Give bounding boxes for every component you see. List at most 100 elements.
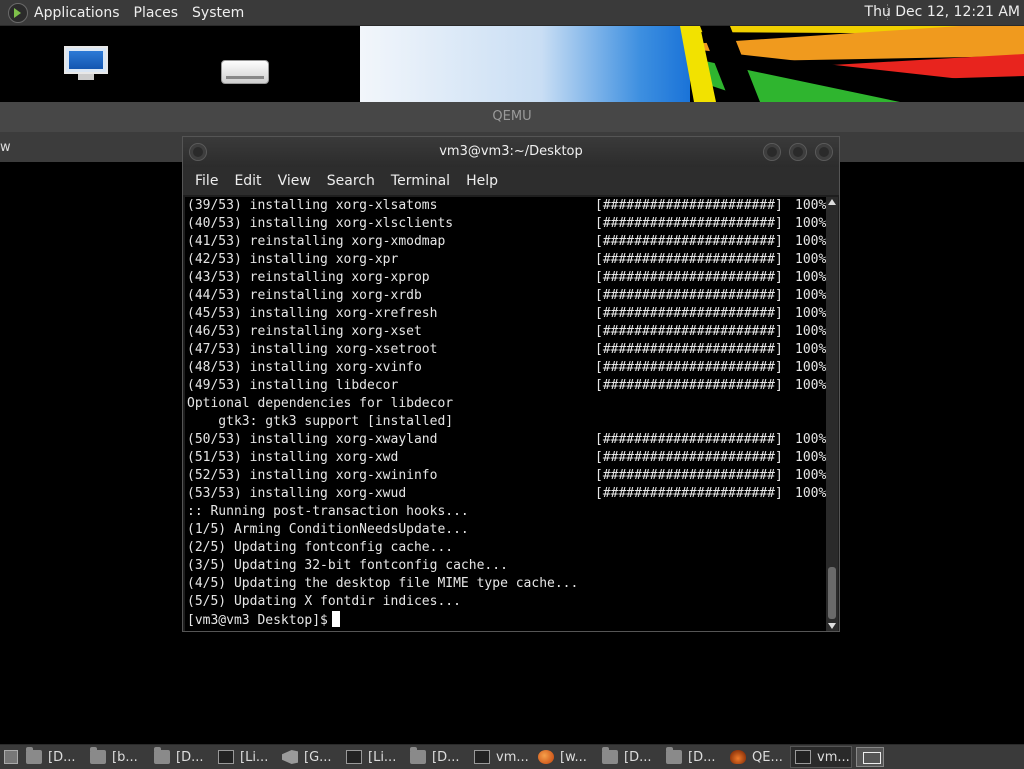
taskbar-item[interactable]: [D... [662, 746, 724, 768]
line-text: (46/53) reinstalling xorg-xset [187, 324, 422, 339]
progress-bar-text: [######################] [595, 468, 783, 483]
close-icon[interactable] [815, 143, 833, 161]
progress-bar-text: [######################] [595, 306, 783, 321]
line-text: (51/53) installing xorg-xwd [187, 450, 399, 465]
taskbar-item[interactable]: [Li... [342, 746, 404, 768]
terminal-icon [346, 750, 362, 764]
taskbar-item[interactable]: vm... [790, 746, 852, 768]
progress-bar-text: [######################] [595, 360, 783, 375]
line-text: (43/53) reinstalling xorg-xprop [187, 270, 430, 285]
menu-search[interactable]: Search [327, 173, 375, 189]
menu-file[interactable]: File [195, 173, 218, 189]
line-text: (2/5) Updating fontconfig cache... [187, 540, 454, 555]
minimize-icon[interactable] [763, 143, 781, 161]
taskbar-item[interactable]: [Li... [214, 746, 276, 768]
terminal-line: (44/53) reinstalling xorg-xrdb [#########… [185, 287, 826, 305]
progress-percent: 100% [795, 378, 826, 393]
terminal-line: (49/53) installing libdecor [############… [185, 377, 826, 395]
taskbar-item[interactable]: QE... [726, 746, 788, 768]
taskbar-item[interactable]: [D... [22, 746, 84, 768]
computer-icon[interactable] [62, 46, 110, 80]
taskbar-item[interactable]: [D... [150, 746, 212, 768]
line-text: (44/53) reinstalling xorg-xrdb [187, 288, 422, 303]
taskbar-item-label: [w... [560, 749, 587, 765]
top-panel: Applications Places System Thu Dec 12, 1… [0, 0, 1024, 26]
show-desktop-icon[interactable] [4, 750, 18, 764]
progress-percent: 100% [795, 324, 826, 339]
maximize-icon[interactable] [789, 143, 807, 161]
scroll-thumb[interactable] [828, 567, 836, 619]
qemu-menu-view[interactable]: w [0, 140, 11, 155]
terminal-line: (46/53) reinstalling xorg-xset [#########… [185, 323, 826, 341]
progress-percent: 100% [795, 234, 826, 249]
terminal-line: (48/53) installing xorg-xvinfo [#########… [185, 359, 826, 377]
menu-terminal[interactable]: Terminal [391, 173, 450, 189]
terminal-window[interactable]: vm3@vm3:~/Desktop File Edit View Search … [182, 136, 840, 632]
progress-percent: 100% [795, 288, 826, 303]
menu-applications[interactable]: Applications [34, 5, 120, 21]
terminal-line: (39/53) installing xorg-xlsatoms [#######… [185, 197, 826, 215]
terminal-scrollbar[interactable] [826, 197, 838, 631]
window-menu-icon[interactable] [189, 143, 207, 161]
text-cursor [331, 611, 340, 627]
progress-bar-text: [######################] [595, 378, 783, 393]
progress-bar-text: [######################] [595, 234, 783, 249]
distro-logo-icon[interactable] [8, 2, 28, 23]
qemu-window-title: QEMU [0, 102, 1024, 132]
terminal-line: Optional dependencies for libdecor [185, 395, 826, 413]
progress-bar-text: [######################] [595, 198, 783, 213]
scroll-up-icon[interactable] [828, 199, 836, 205]
terminal-title: vm3@vm3:~/Desktop [439, 144, 583, 159]
folder-icon [410, 747, 426, 764]
terminal-line: (47/53) installing xorg-xsetroot [#######… [185, 341, 826, 359]
taskbar-item[interactable]: [D... [406, 746, 468, 768]
progress-bar-text: [######################] [595, 270, 783, 285]
progress-bar-text: [######################] [595, 216, 783, 231]
progress-percent: 100% [795, 360, 826, 375]
progress-bar-text: [######################] [595, 324, 783, 339]
terminal-titlebar[interactable]: vm3@vm3:~/Desktop [183, 137, 839, 167]
line-text: (3/5) Updating 32-bit fontconfig cache..… [187, 558, 508, 573]
menu-places[interactable]: Places [134, 5, 179, 21]
progress-percent: 100% [795, 432, 826, 447]
drive-icon[interactable] [221, 60, 269, 84]
progress-bar-text: [######################] [595, 450, 783, 465]
menu-view[interactable]: View [278, 173, 311, 189]
menu-edit[interactable]: Edit [234, 173, 261, 189]
progress-bar-text: [######################] [595, 252, 783, 267]
terminal-line: (45/53) installing xorg-xrefresh [#######… [185, 305, 826, 323]
terminal-line: gtk3: gtk3 support [installed] [185, 413, 826, 431]
taskbar-item-label: [D... [624, 749, 652, 765]
progress-bar-text: [######################] [595, 342, 783, 357]
workspace-switcher-icon[interactable] [856, 747, 884, 767]
folder-icon [666, 747, 682, 764]
taskbar-item-label: [D... [432, 749, 460, 765]
prompt-line[interactable]: [vm3@vm3 Desktop]$ [185, 611, 826, 629]
line-text: gtk3: gtk3 support [installed] [187, 414, 454, 429]
scroll-down-icon[interactable] [828, 623, 836, 629]
terminal-line: (51/53) installing xorg-xwd [############… [185, 449, 826, 467]
menu-help[interactable]: Help [466, 173, 498, 189]
taskbar-item[interactable]: [b... [86, 746, 148, 768]
progress-percent: 100% [795, 270, 826, 285]
vscode-icon [282, 750, 298, 764]
folder-icon [602, 747, 618, 764]
terminal-line: (1/5) Arming ConditionNeedsUpdate... [185, 521, 826, 539]
line-text: (41/53) reinstalling xorg-xmodmap [187, 234, 446, 249]
line-text: (45/53) installing xorg-xrefresh [187, 306, 438, 321]
taskbar-item[interactable]: vm... [470, 746, 532, 768]
progress-percent: 100% [795, 198, 826, 213]
terminal-line: (40/53) installing xorg-xlsclients [#####… [185, 215, 826, 233]
menu-system[interactable]: System [192, 5, 244, 21]
taskbar-item[interactable]: [G... [278, 746, 340, 768]
clock[interactable]: Thu Dec 12, 12:21 AM [865, 4, 1020, 20]
prompt-text: [vm3@vm3 Desktop]$ [187, 613, 328, 628]
line-text: (40/53) installing xorg-xlsclients [187, 216, 454, 231]
taskbar-item[interactable]: [w... [534, 746, 596, 768]
terminal-output[interactable]: (39/53) installing xorg-xlsatoms [#######… [185, 197, 826, 631]
line-text: Optional dependencies for libdecor [187, 396, 454, 411]
taskbar-item-label: vm... [496, 749, 529, 765]
firefox-icon [538, 750, 554, 764]
taskbar-item[interactable]: [D... [598, 746, 660, 768]
terminal-line: (50/53) installing xorg-xwayland [#######… [185, 431, 826, 449]
